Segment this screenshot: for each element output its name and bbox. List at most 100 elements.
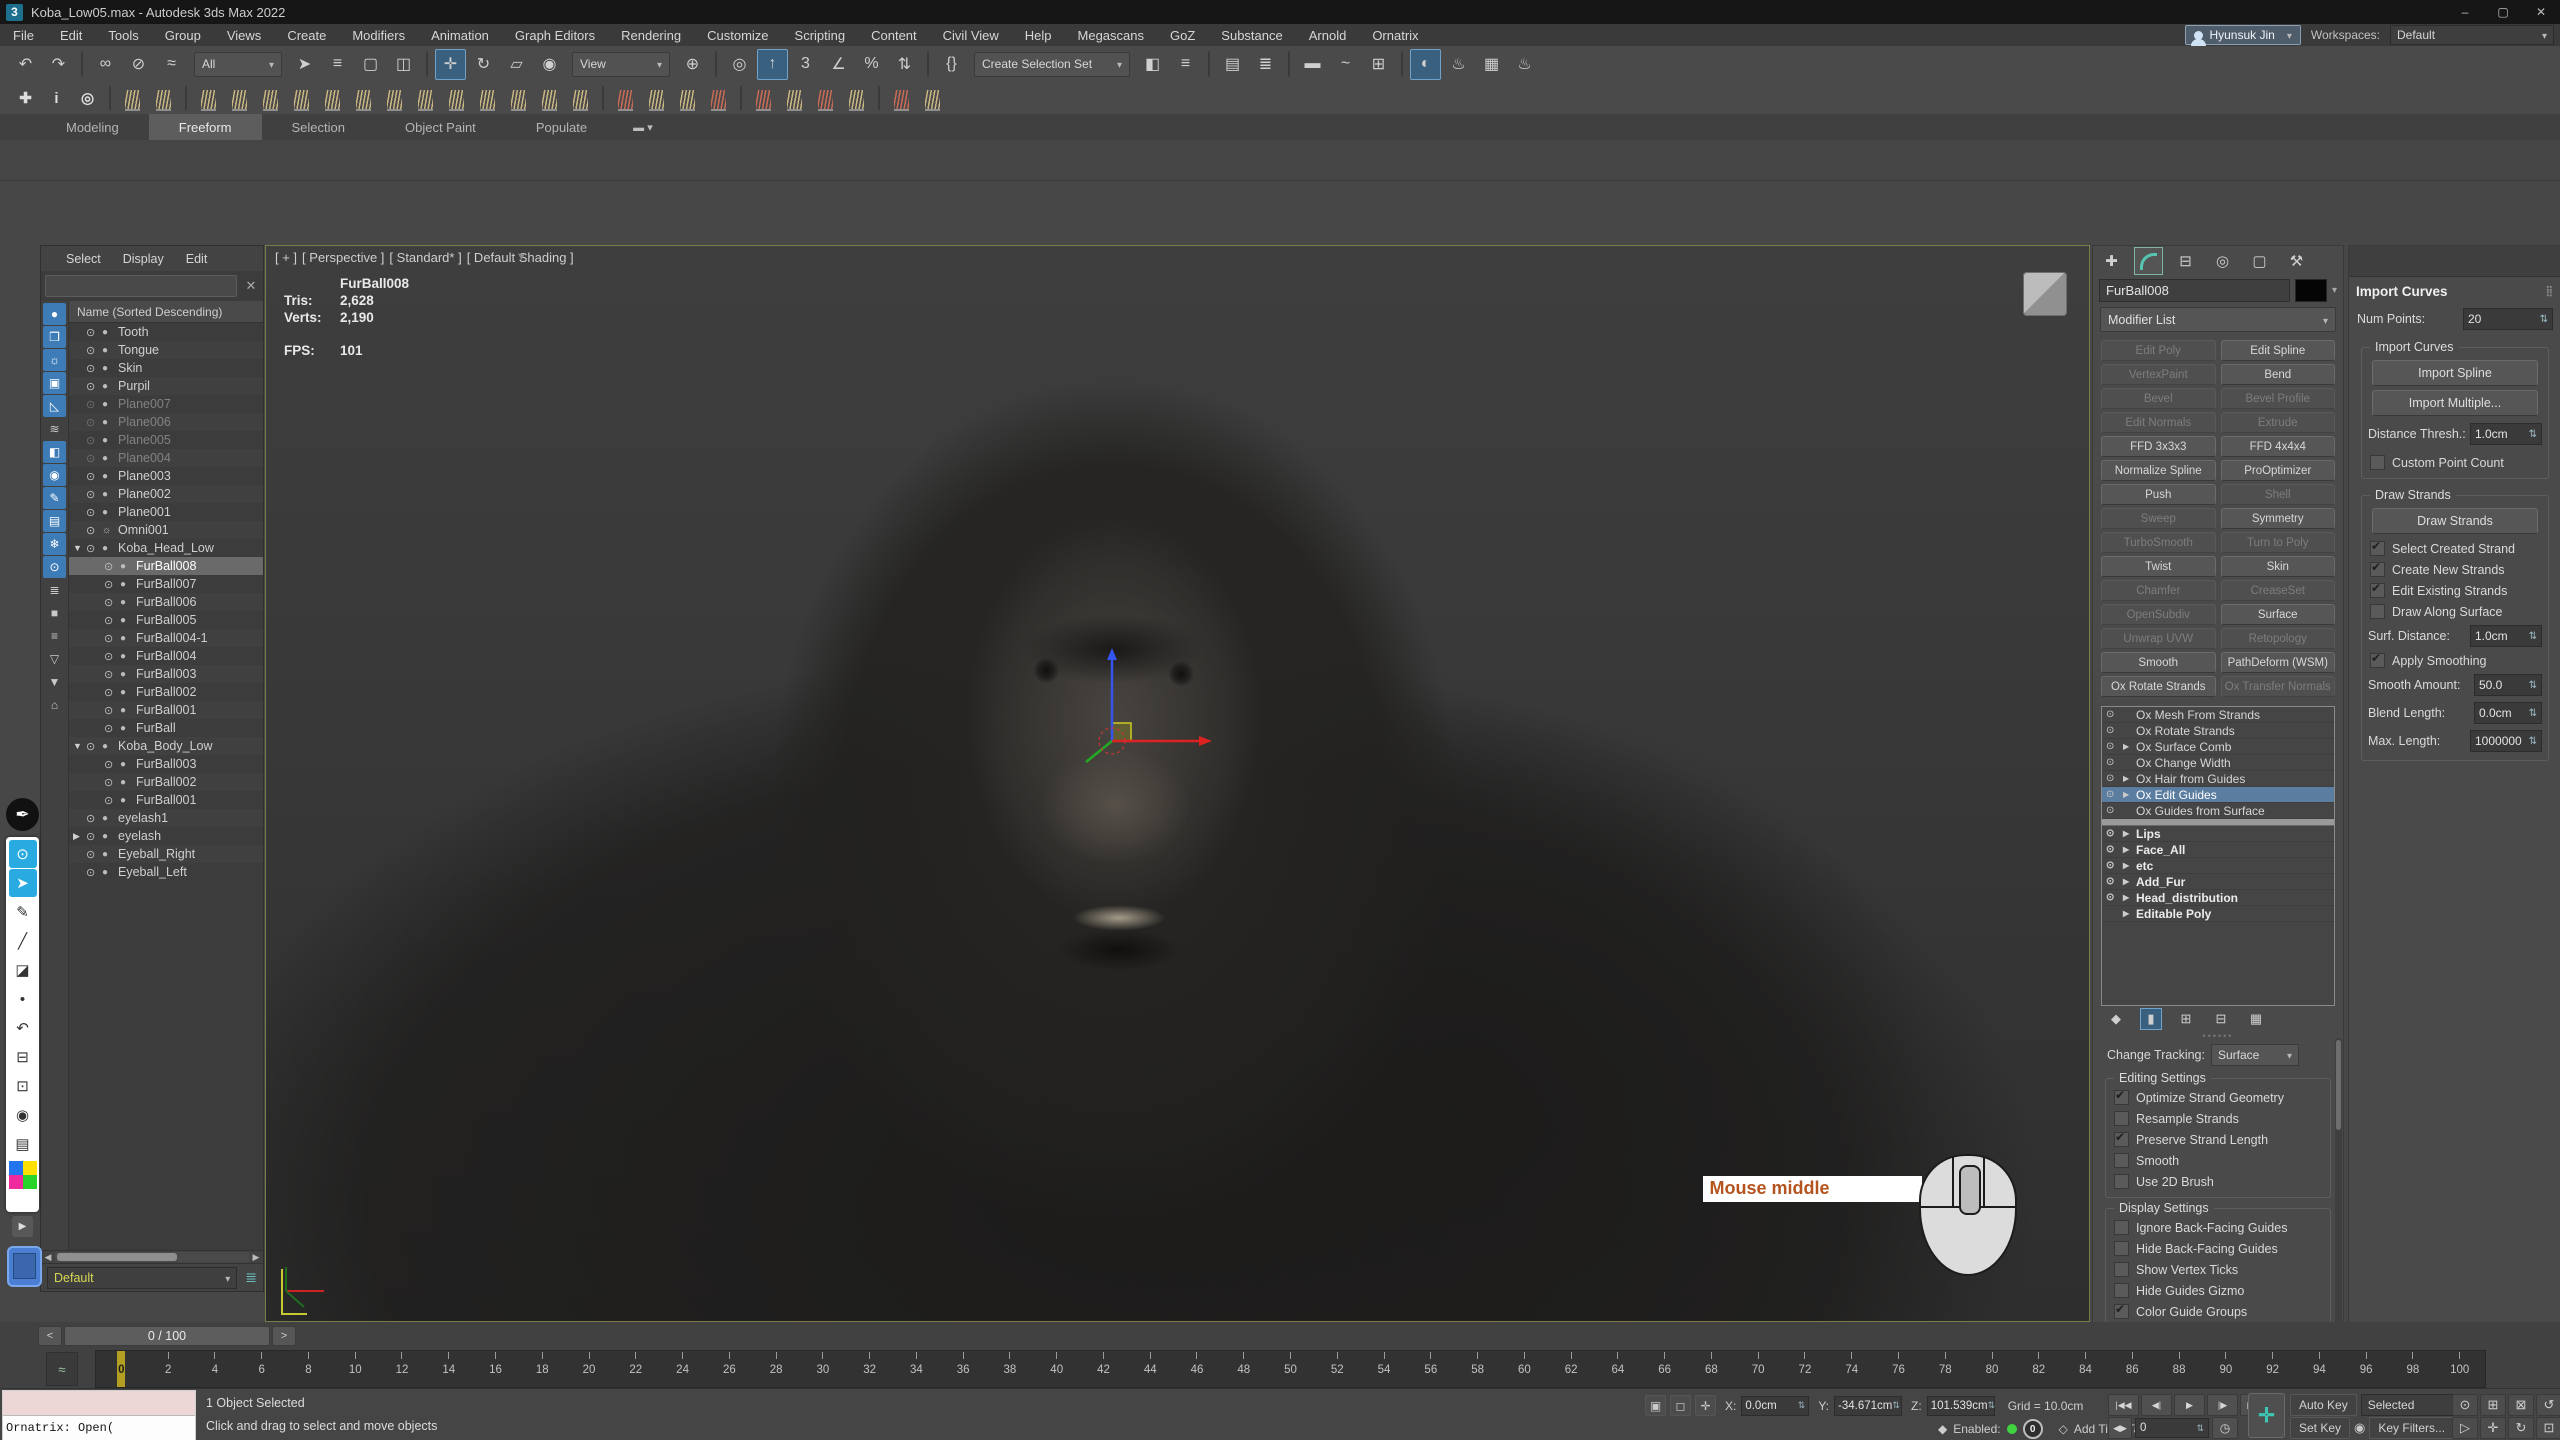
select-by-name-icon[interactable]: ≡	[322, 49, 353, 80]
checkbox-option[interactable]: Draw Along Surface	[2366, 601, 2544, 622]
timeline-tick[interactable]: 34	[893, 1351, 940, 1387]
modifier-visibility-icon[interactable]	[2106, 709, 2123, 720]
unlink-selection-icon[interactable]: ⊘	[123, 49, 154, 80]
listener-pane[interactable]: Ornatrix: Open(	[3, 1416, 195, 1439]
expand-icon[interactable]	[2123, 877, 2136, 886]
timeline-tick[interactable]: 74	[1828, 1351, 1875, 1387]
ox-guides-lock-icon[interactable]	[119, 85, 146, 111]
key-filters-button[interactable]: Key Filters...	[2369, 1417, 2454, 1439]
horizontal-scrollbar[interactable]: ◀ ▶	[41, 1250, 263, 1263]
checkbox-option[interactable]: Custom Point Count	[2366, 452, 2544, 473]
visibility-eye-icon[interactable]	[104, 758, 120, 771]
visibility-eye-icon[interactable]	[86, 542, 102, 555]
panel-splitter[interactable]: ••••••	[2093, 1032, 2343, 1042]
timeline-tick[interactable]: 22	[612, 1351, 659, 1387]
view-box-icon[interactable]: ■	[43, 602, 66, 624]
color-palette[interactable]	[9, 1161, 37, 1189]
display-frame-icon[interactable]: ▤	[43, 510, 66, 532]
modifier-button[interactable]: Symmetry	[2221, 508, 2336, 529]
annotation-expand-button[interactable]: ▶	[12, 1216, 33, 1237]
menu-item[interactable]: Arnold	[1296, 24, 1360, 46]
timeline-tick[interactable]: 94	[2296, 1351, 2343, 1387]
checkbox[interactable]	[2370, 653, 2385, 668]
orbit-subobject-icon[interactable]: ↻	[2508, 1417, 2534, 1439]
scene-tree-item[interactable]: FurBall002	[69, 683, 263, 701]
visibility-eye-icon[interactable]	[104, 704, 120, 717]
select-and-move-icon[interactable]: ✛	[435, 49, 466, 80]
ox-strand-wave-icon[interactable]	[226, 85, 253, 111]
set-keys-button[interactable]: ✛	[2248, 1393, 2285, 1438]
select-and-rotate-icon[interactable]: ↻	[468, 49, 499, 80]
filter-materials-icon[interactable]: ✎	[43, 487, 66, 509]
visibility-eye-icon[interactable]	[86, 344, 102, 357]
epicpen-screenshot-icon[interactable]: ◉	[9, 1101, 37, 1129]
modifier-list-dropdown[interactable]: Modifier List	[2100, 307, 2336, 332]
timeline-tick[interactable]: 72	[1782, 1351, 1829, 1387]
scene-tree-item[interactable]: Plane002	[69, 485, 263, 503]
undo-icon[interactable]: ↶	[10, 49, 41, 80]
timeline-tick[interactable]: 86	[2109, 1351, 2156, 1387]
epicpen-trash-icon[interactable]: ⊟	[9, 1043, 37, 1071]
scene-tree-item[interactable]: FurBall006	[69, 593, 263, 611]
checkbox-option[interactable]: Use 2D Brush	[2110, 1171, 2326, 1192]
timeline-tick[interactable]: 54	[1361, 1351, 1408, 1387]
set-key-button[interactable]: Set Key	[2290, 1417, 2350, 1439]
scene-tree-item[interactable]: FurBall007	[69, 575, 263, 593]
timeline-tick[interactable]: 76	[1875, 1351, 1922, 1387]
visibility-eye-icon[interactable]	[104, 686, 120, 699]
scene-tree-item[interactable]: Tooth	[69, 323, 263, 341]
maxscript-mini-listener[interactable]: Ornatrix: Open(	[2, 1390, 196, 1440]
modifier-stack-row[interactable]: Ox Edit Guides	[2102, 787, 2334, 803]
configure-modifier-sets-icon[interactable]: ▦	[2245, 1008, 2267, 1030]
time-slider-bar[interactable]: 0 / 100	[64, 1326, 270, 1346]
checkbox-option[interactable]: Smooth	[2110, 1150, 2326, 1171]
ox-guides-pin-icon[interactable]	[150, 85, 177, 111]
use-pivot-center-icon[interactable]: ⊕	[677, 49, 708, 80]
visibility-eye-icon[interactable]	[86, 812, 102, 825]
scene-tree-item[interactable]: Eyeball_Right	[69, 845, 263, 863]
modifier-button[interactable]: VertexPaint	[2101, 364, 2216, 385]
visibility-eye-icon[interactable]	[104, 668, 120, 681]
view-list-icon[interactable]: ≣	[43, 579, 66, 601]
checkbox[interactable]	[2114, 1132, 2129, 1147]
modifier-stack-row[interactable]: Editable Poly	[2102, 906, 2334, 922]
modifier-visibility-icon[interactable]	[2106, 773, 2123, 784]
modifier-stack-row[interactable]: Head_distribution	[2102, 890, 2334, 906]
scene-tree-item[interactable]: FurBall003	[69, 755, 263, 773]
align-icon[interactable]: ≡	[1170, 49, 1201, 80]
timeline-tick[interactable]: 84	[2062, 1351, 2109, 1387]
orbit-viewport-icon[interactable]: ↺	[2536, 1394, 2560, 1416]
workspaces-dropdown[interactable]: Default	[2390, 25, 2554, 45]
zoom-extents-icon[interactable]: ⊞	[2480, 1394, 2506, 1416]
modifier-button[interactable]: Ox Transfer Normals	[2221, 676, 2336, 697]
modifier-visibility-icon[interactable]	[2106, 860, 2123, 871]
view-detail-icon[interactable]: ≡	[43, 625, 66, 647]
time-slider[interactable]: < 0 / 100 >	[38, 1326, 296, 1346]
menu-item[interactable]: Scripting	[782, 24, 859, 46]
menu-item[interactable]: Edit	[47, 24, 95, 46]
remove-modifier-icon[interactable]: ⊟	[2210, 1008, 2232, 1030]
ribbon-tab[interactable]: Freeform	[149, 114, 262, 140]
scene-tree-item[interactable]: FurBall005	[69, 611, 263, 629]
reference-coordinate-dropdown[interactable]: View	[572, 52, 670, 77]
checkbox-option[interactable]: Apply Smoothing	[2366, 650, 2544, 671]
timeline-tick[interactable]: 70	[1735, 1351, 1782, 1387]
expand-icon[interactable]	[2123, 790, 2136, 799]
close-button[interactable]: ✕	[2522, 0, 2560, 24]
num-points-spinner[interactable]: 20	[2463, 308, 2553, 330]
modifier-stack-row[interactable]: Ox Surface Comb	[2102, 739, 2334, 755]
checkbox[interactable]	[2114, 1111, 2129, 1126]
modifier-button[interactable]: ProOptimizer	[2221, 460, 2336, 481]
filter-spacewarps-icon[interactable]: ≋	[43, 418, 66, 440]
timeline-tick[interactable]: 96	[2343, 1351, 2390, 1387]
blend-length-spinner[interactable]: 0.0cm	[2474, 702, 2542, 724]
visibility-eye-icon[interactable]	[86, 398, 102, 411]
visibility-eye-icon[interactable]	[86, 434, 102, 447]
maximize-viewport-toggle-icon[interactable]: ⊡	[2536, 1417, 2560, 1439]
modifier-button[interactable]: Skin	[2221, 556, 2336, 577]
filter-helpers-icon[interactable]: ◺	[43, 395, 66, 417]
ox-strand-length-icon[interactable]	[319, 85, 346, 111]
time-configuration-icon[interactable]: ◷	[2212, 1417, 2238, 1439]
timeline-tick[interactable]: 80	[1969, 1351, 2016, 1387]
menu-item[interactable]: File	[0, 24, 47, 46]
